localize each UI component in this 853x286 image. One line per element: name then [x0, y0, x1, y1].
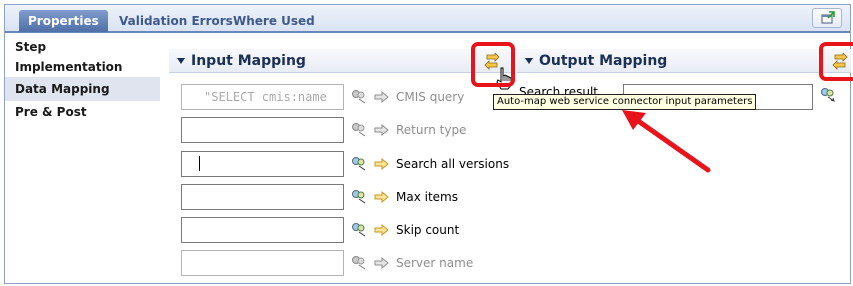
variable-picker-icon[interactable] [351, 189, 367, 205]
search-all-versions-field[interactable] [181, 151, 344, 177]
output-mapping-title: Output Mapping [539, 53, 668, 69]
server-name-field[interactable] [181, 250, 344, 276]
variable-picker-icon[interactable] [351, 222, 367, 238]
cmis-query-field[interactable]: "SELECT cmis:name [181, 84, 344, 110]
cmis-query-label: CMIS query [396, 90, 465, 104]
new-window-icon [821, 11, 835, 24]
map-arrow-icon [374, 191, 389, 203]
highlight-box-output [819, 42, 853, 81]
red-arrow-annotation [622, 110, 711, 173]
variable-picker-icon[interactable] [820, 87, 836, 103]
tab-validation-errors[interactable]: Validation Errors [113, 10, 239, 32]
input-mapping-title: Input Mapping [191, 53, 306, 69]
sidebar-item-data-mapping[interactable]: Data Mapping [5, 77, 160, 101]
properties-view: Properties Validation Errors Where Used … [4, 4, 851, 284]
return-type-field[interactable] [181, 117, 344, 143]
sidebar-item-implementation[interactable]: Implementation [5, 57, 160, 77]
highlight-box-input [471, 42, 515, 87]
search-all-versions-label: Search all versions [396, 157, 510, 171]
output-mapping-header[interactable]: Output Mapping [517, 49, 851, 73]
variable-picker-icon[interactable] [351, 156, 367, 172]
variable-picker-icon[interactable] [351, 255, 367, 271]
max-items-field[interactable] [181, 184, 344, 210]
map-arrow-icon [374, 124, 389, 136]
map-arrow-icon [374, 91, 389, 103]
maximize-view-button[interactable] [812, 8, 842, 28]
map-arrow-icon [374, 158, 389, 170]
max-items-label: Max items [396, 190, 458, 204]
server-name-label: Server name [396, 256, 474, 270]
variable-picker-icon[interactable] [351, 122, 367, 138]
map-arrow-icon [374, 224, 389, 236]
variable-picker-icon[interactable] [351, 89, 367, 105]
text-cursor [199, 156, 200, 171]
tab-where-used[interactable]: Where Used [227, 10, 321, 32]
skip-count-label: Skip count [396, 223, 460, 237]
return-type-label: Return type [396, 123, 467, 137]
skip-count-field[interactable] [181, 217, 344, 243]
sidebar: Step Implementation Data Mapping Pre & P… [5, 37, 160, 123]
collapse-triangle-icon[interactable] [525, 58, 533, 64]
sidebar-item-step[interactable]: Step [5, 37, 160, 57]
tab-bar: Properties Validation Errors Where Used [5, 5, 850, 33]
tab-properties[interactable]: Properties [19, 10, 108, 32]
input-mapping-header[interactable]: Input Mapping [169, 49, 514, 73]
map-arrow-icon [374, 257, 389, 269]
sidebar-item-pre-post[interactable]: Pre & Post [5, 101, 160, 123]
collapse-triangle-icon[interactable] [177, 58, 185, 64]
